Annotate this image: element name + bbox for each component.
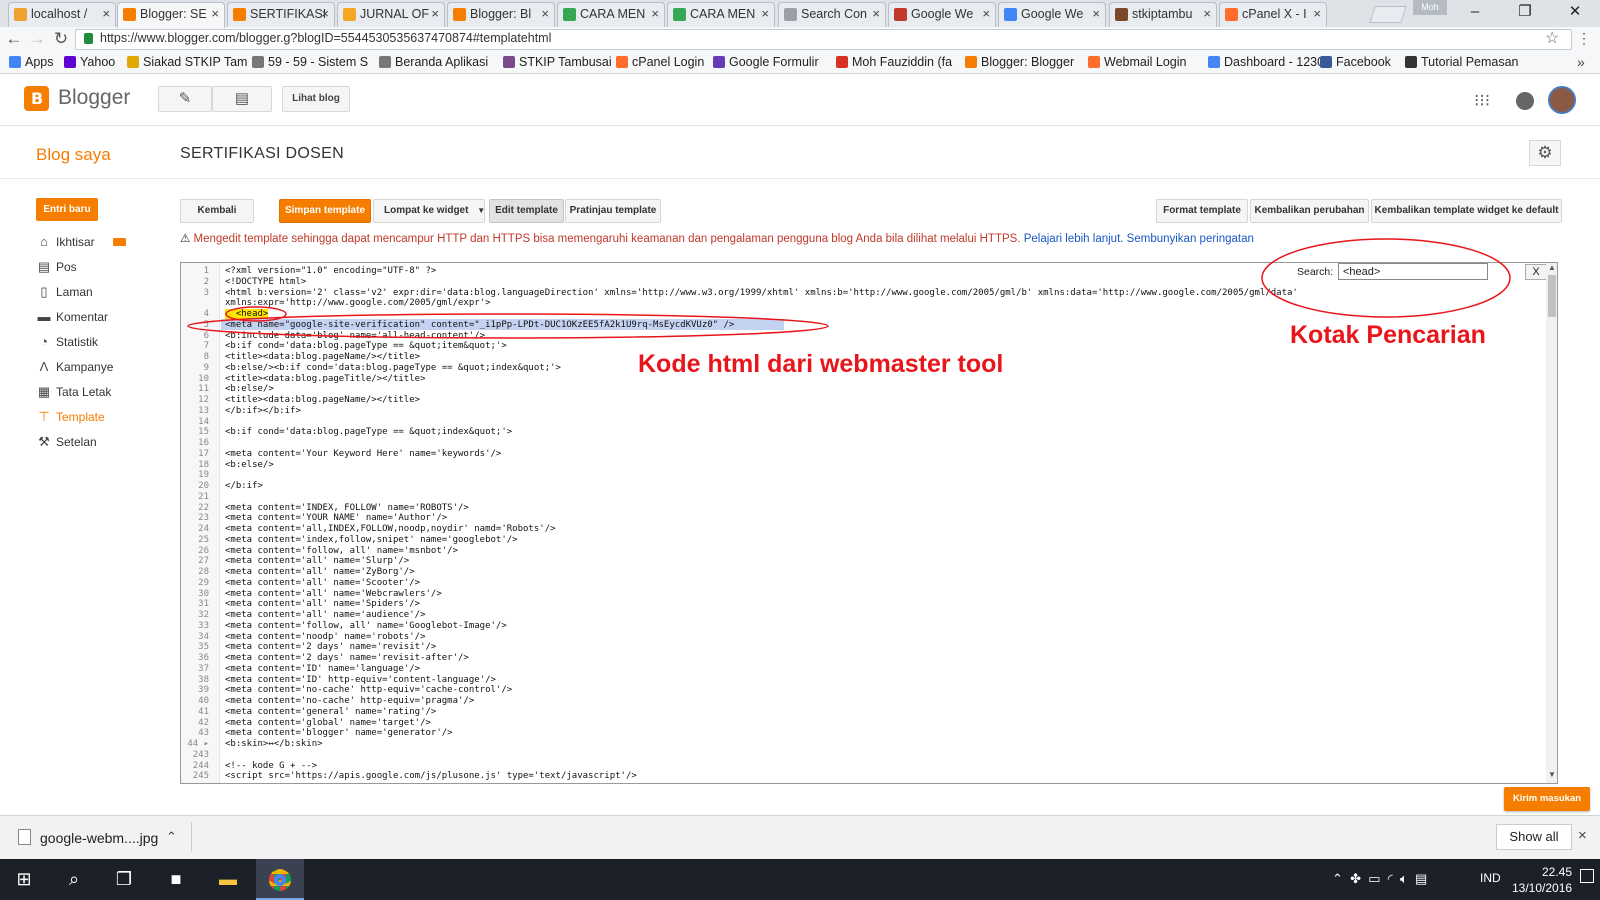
- clock-date: 13/10/2016: [1512, 881, 1573, 895]
- input-language[interactable]: IND: [1480, 871, 1501, 885]
- file-explorer-icon[interactable]: ▬: [204, 859, 252, 900]
- browser-tab[interactable]: Blogger: SE ×: [117, 2, 225, 28]
- close-shelf-icon[interactable]: ×: [1578, 827, 1587, 844]
- action-center-icon[interactable]: [1580, 869, 1594, 883]
- annotation-overlay: [187, 238, 1511, 339]
- tab-close-icon[interactable]: ×: [211, 3, 219, 25]
- show-all-downloads-button[interactable]: Show all: [1496, 824, 1572, 850]
- chrome-taskbar-icon[interactable]: [256, 859, 304, 900]
- clock[interactable]: 22.45 13/10/2016: [1512, 864, 1572, 896]
- clock-time: 22.45: [1541, 865, 1572, 879]
- system-tray-icons[interactable]: ⌃ ✤ ▭ ◜ 🔈︎ ▤: [1332, 871, 1427, 887]
- file-icon[interactable]: [18, 829, 31, 845]
- download-file-name[interactable]: google-webm....jpg: [40, 830, 158, 846]
- chevron-up-icon[interactable]: ⌃: [166, 829, 177, 845]
- divider: [191, 822, 192, 852]
- annotation-search-box: Kotak Pencarian: [1290, 321, 1486, 349]
- send-feedback-button[interactable]: Kirim masukan: [1504, 787, 1590, 811]
- camera-app-icon[interactable]: ■: [152, 859, 200, 900]
- download-shelf: [0, 815, 1600, 859]
- tab-label: Blogger: SE: [140, 7, 207, 21]
- search-icon[interactable]: ⌕: [50, 859, 98, 900]
- search-box-ellipse: [1261, 238, 1511, 318]
- code-ellipse: [187, 313, 829, 339]
- task-view-icon[interactable]: ❐: [100, 859, 148, 900]
- annotation-html-code: Kode html dari webmaster tool: [638, 350, 1004, 378]
- windows-start-icon[interactable]: ⊞: [0, 859, 48, 900]
- tab-favicon-icon: [123, 8, 136, 21]
